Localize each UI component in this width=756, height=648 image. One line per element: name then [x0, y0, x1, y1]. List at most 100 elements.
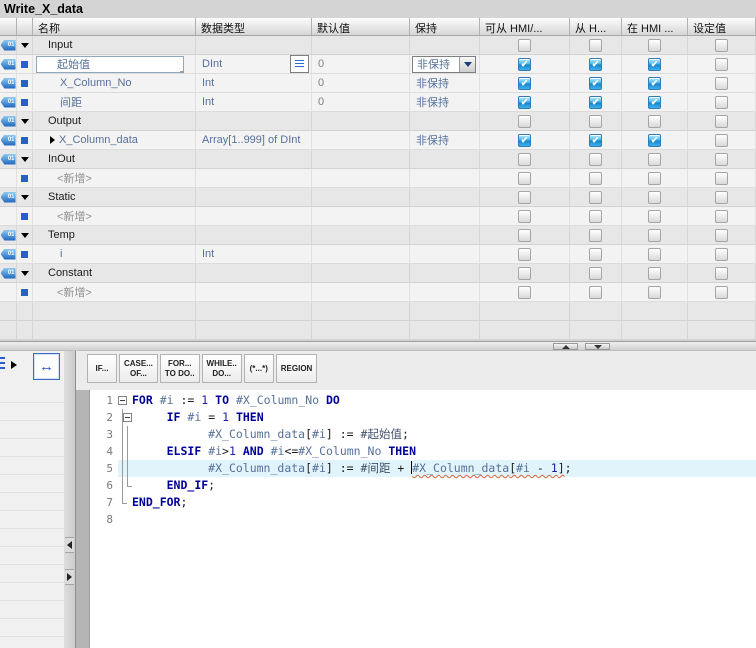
expand-triangle-icon[interactable]	[50, 136, 55, 144]
collapse-triangle-icon[interactable]	[21, 43, 29, 48]
line-number: 2	[89, 409, 118, 426]
checkbox-accessible-from-hmi	[518, 267, 531, 280]
checkbox-in-hmi[interactable]: ✔	[648, 96, 661, 109]
col-header-datatype[interactable]: 数据类型	[196, 18, 312, 36]
checkbox-accessible-from-hmi[interactable]: ✔	[518, 58, 531, 71]
checkbox-visible-from-hmi	[589, 210, 602, 223]
table-row[interactable]: 01Temp	[0, 226, 756, 245]
checkbox-setpoint	[715, 210, 728, 223]
snippet-label: DO...	[212, 369, 231, 379]
row-marker-icon	[21, 80, 28, 87]
row-name: i	[33, 248, 62, 260]
checkbox-accessible-from-hmi	[518, 153, 531, 166]
checkbox-in-hmi[interactable]: ✔	[648, 134, 661, 147]
add-new-row[interactable]: <新增>	[33, 170, 92, 186]
checkbox-accessible-from-hmi[interactable]: ✔	[518, 77, 531, 90]
table-row[interactable]: 01间距Int0非保持✔✔✔	[0, 93, 756, 112]
table-row[interactable]: 01Output	[0, 112, 756, 131]
dropdown-button[interactable]	[459, 57, 475, 72]
detail-side-panel: ↔	[0, 351, 64, 648]
splitter-collapse-up-button[interactable]	[553, 343, 578, 350]
code-line[interactable]: 6 END_IF;	[89, 477, 756, 494]
col-header-hmi-visible[interactable]: 从 H...	[570, 18, 622, 36]
table-row[interactable]: <新增>	[0, 283, 756, 302]
code-line[interactable]: 7END_FOR;	[89, 494, 756, 511]
line-number: 1	[89, 392, 118, 409]
collapse-triangle-icon[interactable]	[21, 157, 29, 162]
chevron-down-icon	[464, 62, 472, 67]
collapse-triangle-icon[interactable]	[21, 119, 29, 124]
col-header-in-hmi[interactable]: 在 HMI ...	[622, 18, 688, 36]
col-header-icon	[0, 18, 17, 36]
table-row[interactable]: 01iInt	[0, 245, 756, 264]
checkbox-accessible-from-hmi[interactable]: ✔	[518, 134, 531, 147]
swap-view-button[interactable]: ↔	[33, 353, 60, 380]
checkbox-accessible-from-hmi[interactable]: ✔	[518, 96, 531, 109]
table-row[interactable]: 01Constant	[0, 264, 756, 283]
checkbox-setpoint	[715, 267, 728, 280]
code-line[interactable]: 5 #X_Column_data[#i] := #间距 + #X_Column_…	[89, 460, 756, 477]
fold-toggle[interactable]	[123, 413, 132, 422]
add-new-row[interactable]: <新增>	[33, 208, 92, 224]
checkbox-in-hmi[interactable]: ✔	[648, 58, 661, 71]
collapse-triangle-icon[interactable]	[21, 233, 29, 238]
checkbox-setpoint[interactable]	[715, 58, 728, 71]
snippet-button-case-of[interactable]: CASE...OF...	[119, 354, 158, 383]
line-number: 3	[89, 426, 118, 443]
checkbox-setpoint[interactable]	[715, 96, 728, 109]
code-area[interactable]: 1FOR #i := 1 TO #X_Column_No DO2 IF #i =…	[76, 390, 756, 648]
checkbox-visible-from-hmi[interactable]: ✔	[589, 58, 602, 71]
checkbox-setpoint[interactable]	[715, 77, 728, 90]
checkbox-setpoint[interactable]	[715, 134, 728, 147]
snippet-button-for-to-do[interactable]: FOR...TO DO..	[160, 354, 200, 383]
section-name: Static	[33, 191, 76, 203]
table-row[interactable]: 01起始值DInt0非保持✔✔✔	[0, 55, 756, 74]
col-header-setpoint[interactable]: 设定值	[688, 18, 756, 36]
code-line[interactable]: 1FOR #i := 1 TO #X_Column_No DO	[89, 392, 756, 409]
add-new-row[interactable]: <新增>	[33, 284, 92, 300]
table-row[interactable]: <新增>	[0, 207, 756, 226]
col-header-default[interactable]: 默认值	[312, 18, 410, 36]
horizontal-splitter[interactable]	[0, 341, 756, 351]
checkbox-in-hmi[interactable]: ✔	[648, 77, 661, 90]
checkbox-visible-from-hmi[interactable]: ✔	[589, 134, 602, 147]
snippet-button-if[interactable]: IF...	[87, 354, 117, 383]
snippet-button-comment[interactable]: (*...*)	[244, 354, 274, 383]
table-row[interactable]: 01X_Column_dataArray[1..999] of DInt非保持✔…	[0, 131, 756, 150]
code-line[interactable]: 2 IF #i = 1 THEN	[89, 409, 756, 426]
expand-triangle-icon[interactable]	[11, 361, 17, 369]
table-row[interactable]: 01X_Column_NoInt0非保持✔✔✔	[0, 74, 756, 93]
checkbox-accessible-from-hmi	[518, 286, 531, 299]
table-filler-row	[0, 302, 756, 321]
snippet-button-region[interactable]: REGION	[276, 354, 318, 383]
checkbox-visible-from-hmi	[589, 267, 602, 280]
collapse-triangle-icon[interactable]	[21, 195, 29, 200]
table-row[interactable]: 01InOut	[0, 150, 756, 169]
table-row[interactable]: 01Static	[0, 188, 756, 207]
collapse-left-button[interactable]	[65, 537, 74, 553]
table-row[interactable]: 01Input	[0, 36, 756, 55]
code-line[interactable]: 3 #X_Column_data[#i] := #起始值;	[89, 426, 756, 443]
vertical-splitter[interactable]	[64, 351, 76, 648]
collapse-triangle-icon[interactable]	[21, 271, 29, 276]
checkbox-visible-from-hmi[interactable]: ✔	[589, 77, 602, 90]
retain-dropdown[interactable]: 非保持	[412, 56, 476, 73]
table-row[interactable]: <新增>	[0, 169, 756, 188]
col-header-hmi-accessible[interactable]: 可从 HMI/...	[480, 18, 570, 36]
col-header-retain[interactable]: 保持	[410, 18, 480, 36]
fold-toggle[interactable]	[118, 396, 127, 405]
name-edit-field[interactable]: 起始值	[36, 56, 184, 73]
checkbox-visible-from-hmi[interactable]: ✔	[589, 96, 602, 109]
checkbox-visible-from-hmi	[589, 172, 602, 185]
snippet-label: OF...	[130, 369, 147, 379]
checkbox-in-hmi	[648, 172, 661, 185]
io-interface-icon: 01	[1, 40, 16, 51]
splitter-collapse-down-button[interactable]	[585, 343, 610, 350]
datatype-browse-button[interactable]	[290, 55, 309, 73]
code-line[interactable]: 4 ELSIF #i>1 AND #i<=#X_Column_No THEN	[89, 443, 756, 460]
breakpoint-gutter[interactable]	[76, 390, 90, 648]
snippet-button-while-do[interactable]: WHILE..DO...	[202, 354, 242, 383]
code-line[interactable]: 8	[89, 511, 756, 528]
col-header-name[interactable]: 名称	[33, 18, 196, 36]
collapse-right-button[interactable]	[65, 569, 74, 585]
